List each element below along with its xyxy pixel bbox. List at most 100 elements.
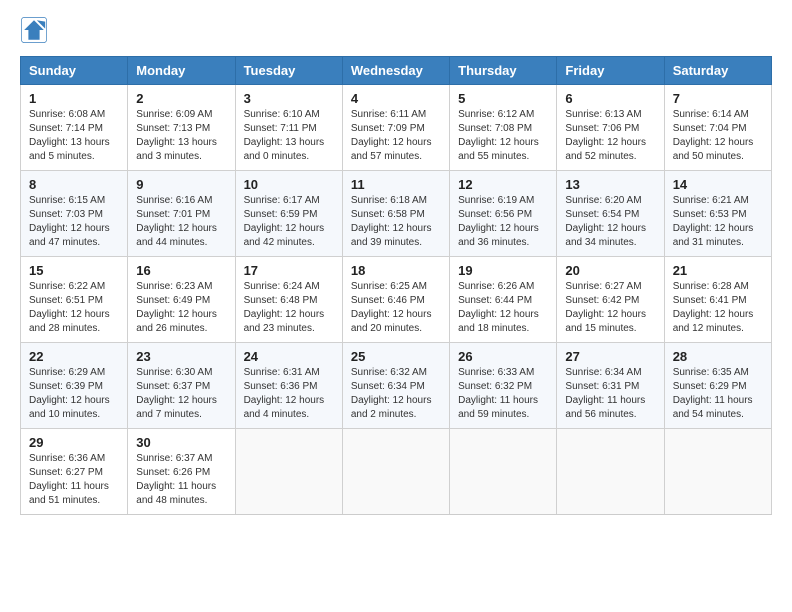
day-number: 6 xyxy=(565,91,655,106)
calendar-cell: 7 Sunrise: 6:14 AMSunset: 7:04 PMDayligh… xyxy=(664,85,771,171)
day-number: 15 xyxy=(29,263,119,278)
calendar-cell xyxy=(450,429,557,515)
calendar-cell: 13 Sunrise: 6:20 AMSunset: 6:54 PMDaylig… xyxy=(557,171,664,257)
day-number: 1 xyxy=(29,91,119,106)
day-header-monday: Monday xyxy=(128,57,235,85)
logo-icon xyxy=(20,16,48,44)
calendar-cell: 5 Sunrise: 6:12 AMSunset: 7:08 PMDayligh… xyxy=(450,85,557,171)
day-number: 24 xyxy=(244,349,334,364)
day-info: Sunrise: 6:22 AMSunset: 6:51 PMDaylight:… xyxy=(29,281,110,334)
day-info: Sunrise: 6:23 AMSunset: 6:49 PMDaylight:… xyxy=(136,281,217,334)
calendar-cell: 21 Sunrise: 6:28 AMSunset: 6:41 PMDaylig… xyxy=(664,257,771,343)
day-info: Sunrise: 6:34 AMSunset: 6:31 PMDaylight:… xyxy=(565,367,645,420)
day-info: Sunrise: 6:24 AMSunset: 6:48 PMDaylight:… xyxy=(244,281,325,334)
calendar-cell: 12 Sunrise: 6:19 AMSunset: 6:56 PMDaylig… xyxy=(450,171,557,257)
calendar-cell: 9 Sunrise: 6:16 AMSunset: 7:01 PMDayligh… xyxy=(128,171,235,257)
day-info: Sunrise: 6:28 AMSunset: 6:41 PMDaylight:… xyxy=(673,281,754,334)
calendar-cell: 15 Sunrise: 6:22 AMSunset: 6:51 PMDaylig… xyxy=(21,257,128,343)
day-info: Sunrise: 6:20 AMSunset: 6:54 PMDaylight:… xyxy=(565,195,646,248)
day-info: Sunrise: 6:19 AMSunset: 6:56 PMDaylight:… xyxy=(458,195,539,248)
day-number: 26 xyxy=(458,349,548,364)
calendar-cell: 3 Sunrise: 6:10 AMSunset: 7:11 PMDayligh… xyxy=(235,85,342,171)
day-header-tuesday: Tuesday xyxy=(235,57,342,85)
calendar-cell: 11 Sunrise: 6:18 AMSunset: 6:58 PMDaylig… xyxy=(342,171,449,257)
calendar-cell: 19 Sunrise: 6:26 AMSunset: 6:44 PMDaylig… xyxy=(450,257,557,343)
day-number: 28 xyxy=(673,349,763,364)
day-info: Sunrise: 6:32 AMSunset: 6:34 PMDaylight:… xyxy=(351,367,432,420)
day-info: Sunrise: 6:08 AMSunset: 7:14 PMDaylight:… xyxy=(29,109,110,162)
day-number: 9 xyxy=(136,177,226,192)
calendar-cell: 24 Sunrise: 6:31 AMSunset: 6:36 PMDaylig… xyxy=(235,343,342,429)
day-number: 13 xyxy=(565,177,655,192)
calendar-cell: 27 Sunrise: 6:34 AMSunset: 6:31 PMDaylig… xyxy=(557,343,664,429)
day-info: Sunrise: 6:14 AMSunset: 7:04 PMDaylight:… xyxy=(673,109,754,162)
day-number: 30 xyxy=(136,435,226,450)
day-header-saturday: Saturday xyxy=(664,57,771,85)
calendar-week-4: 22 Sunrise: 6:29 AMSunset: 6:39 PMDaylig… xyxy=(21,343,772,429)
day-number: 25 xyxy=(351,349,441,364)
day-header-sunday: Sunday xyxy=(21,57,128,85)
calendar-cell: 1 Sunrise: 6:08 AMSunset: 7:14 PMDayligh… xyxy=(21,85,128,171)
calendar-cell: 18 Sunrise: 6:25 AMSunset: 6:46 PMDaylig… xyxy=(342,257,449,343)
day-info: Sunrise: 6:30 AMSunset: 6:37 PMDaylight:… xyxy=(136,367,217,420)
calendar-cell: 2 Sunrise: 6:09 AMSunset: 7:13 PMDayligh… xyxy=(128,85,235,171)
day-number: 8 xyxy=(29,177,119,192)
header xyxy=(20,16,772,44)
calendar-cell xyxy=(342,429,449,515)
day-number: 17 xyxy=(244,263,334,278)
day-info: Sunrise: 6:29 AMSunset: 6:39 PMDaylight:… xyxy=(29,367,110,420)
calendar-cell: 6 Sunrise: 6:13 AMSunset: 7:06 PMDayligh… xyxy=(557,85,664,171)
day-info: Sunrise: 6:12 AMSunset: 7:08 PMDaylight:… xyxy=(458,109,539,162)
calendar-week-2: 8 Sunrise: 6:15 AMSunset: 7:03 PMDayligh… xyxy=(21,171,772,257)
day-info: Sunrise: 6:13 AMSunset: 7:06 PMDaylight:… xyxy=(565,109,646,162)
calendar-week-1: 1 Sunrise: 6:08 AMSunset: 7:14 PMDayligh… xyxy=(21,85,772,171)
day-number: 5 xyxy=(458,91,548,106)
calendar-cell: 20 Sunrise: 6:27 AMSunset: 6:42 PMDaylig… xyxy=(557,257,664,343)
calendar-week-3: 15 Sunrise: 6:22 AMSunset: 6:51 PMDaylig… xyxy=(21,257,772,343)
calendar-cell: 4 Sunrise: 6:11 AMSunset: 7:09 PMDayligh… xyxy=(342,85,449,171)
calendar-cell: 30 Sunrise: 6:37 AMSunset: 6:26 PMDaylig… xyxy=(128,429,235,515)
calendar-cell: 16 Sunrise: 6:23 AMSunset: 6:49 PMDaylig… xyxy=(128,257,235,343)
calendar-cell: 29 Sunrise: 6:36 AMSunset: 6:27 PMDaylig… xyxy=(21,429,128,515)
calendar-cell: 17 Sunrise: 6:24 AMSunset: 6:48 PMDaylig… xyxy=(235,257,342,343)
day-info: Sunrise: 6:18 AMSunset: 6:58 PMDaylight:… xyxy=(351,195,432,248)
day-info: Sunrise: 6:17 AMSunset: 6:59 PMDaylight:… xyxy=(244,195,325,248)
calendar-cell xyxy=(664,429,771,515)
day-info: Sunrise: 6:33 AMSunset: 6:32 PMDaylight:… xyxy=(458,367,538,420)
calendar-week-5: 29 Sunrise: 6:36 AMSunset: 6:27 PMDaylig… xyxy=(21,429,772,515)
calendar-cell: 28 Sunrise: 6:35 AMSunset: 6:29 PMDaylig… xyxy=(664,343,771,429)
day-number: 16 xyxy=(136,263,226,278)
day-number: 21 xyxy=(673,263,763,278)
day-number: 20 xyxy=(565,263,655,278)
main-container: SundayMondayTuesdayWednesdayThursdayFrid… xyxy=(0,0,792,531)
day-number: 2 xyxy=(136,91,226,106)
day-info: Sunrise: 6:15 AMSunset: 7:03 PMDaylight:… xyxy=(29,195,110,248)
day-info: Sunrise: 6:31 AMSunset: 6:36 PMDaylight:… xyxy=(244,367,325,420)
day-info: Sunrise: 6:35 AMSunset: 6:29 PMDaylight:… xyxy=(673,367,753,420)
day-info: Sunrise: 6:37 AMSunset: 6:26 PMDaylight:… xyxy=(136,453,216,506)
calendar-cell: 25 Sunrise: 6:32 AMSunset: 6:34 PMDaylig… xyxy=(342,343,449,429)
calendar-cell: 26 Sunrise: 6:33 AMSunset: 6:32 PMDaylig… xyxy=(450,343,557,429)
day-info: Sunrise: 6:11 AMSunset: 7:09 PMDaylight:… xyxy=(351,109,432,162)
calendar-cell xyxy=(235,429,342,515)
day-number: 23 xyxy=(136,349,226,364)
day-header-wednesday: Wednesday xyxy=(342,57,449,85)
logo xyxy=(20,16,52,44)
day-number: 22 xyxy=(29,349,119,364)
day-header-thursday: Thursday xyxy=(450,57,557,85)
calendar-cell: 14 Sunrise: 6:21 AMSunset: 6:53 PMDaylig… xyxy=(664,171,771,257)
calendar-cell: 22 Sunrise: 6:29 AMSunset: 6:39 PMDaylig… xyxy=(21,343,128,429)
day-number: 10 xyxy=(244,177,334,192)
day-info: Sunrise: 6:36 AMSunset: 6:27 PMDaylight:… xyxy=(29,453,109,506)
day-info: Sunrise: 6:25 AMSunset: 6:46 PMDaylight:… xyxy=(351,281,432,334)
day-number: 3 xyxy=(244,91,334,106)
day-number: 18 xyxy=(351,263,441,278)
day-number: 11 xyxy=(351,177,441,192)
calendar-cell: 23 Sunrise: 6:30 AMSunset: 6:37 PMDaylig… xyxy=(128,343,235,429)
day-info: Sunrise: 6:21 AMSunset: 6:53 PMDaylight:… xyxy=(673,195,754,248)
day-number: 29 xyxy=(29,435,119,450)
calendar-cell: 10 Sunrise: 6:17 AMSunset: 6:59 PMDaylig… xyxy=(235,171,342,257)
calendar-cell xyxy=(557,429,664,515)
day-info: Sunrise: 6:16 AMSunset: 7:01 PMDaylight:… xyxy=(136,195,217,248)
calendar-cell: 8 Sunrise: 6:15 AMSunset: 7:03 PMDayligh… xyxy=(21,171,128,257)
